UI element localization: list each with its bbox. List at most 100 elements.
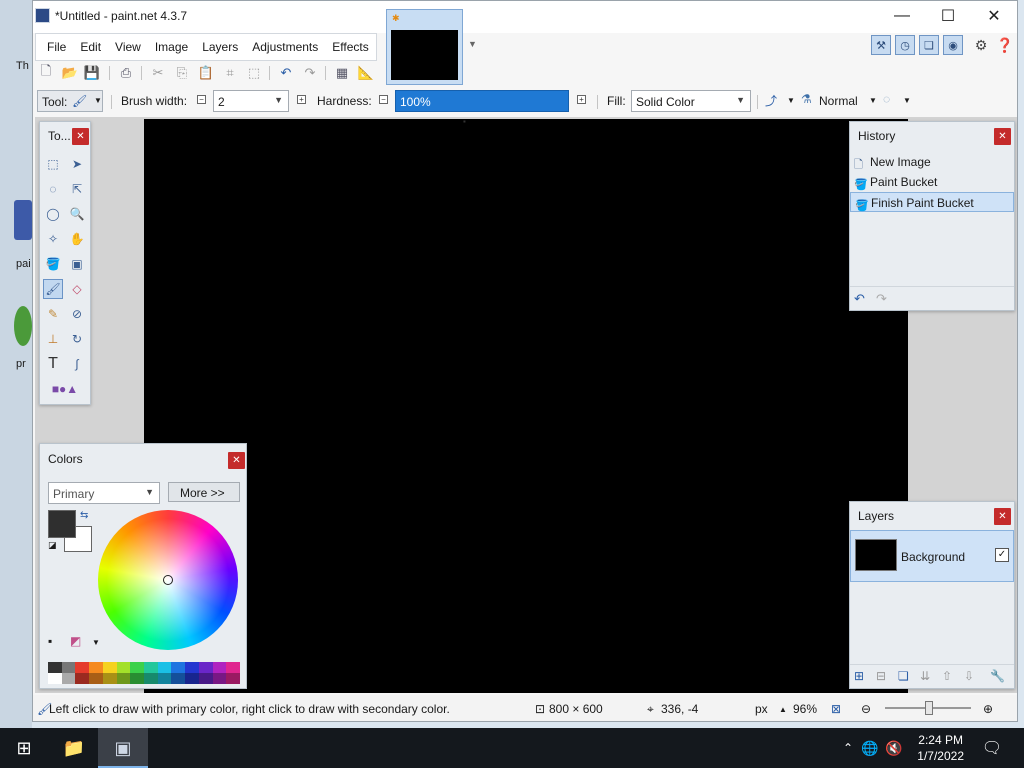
menu-view[interactable]: View (108, 40, 148, 54)
crop-to-selection-icon[interactable]: ⌗ (221, 64, 239, 82)
rulers-icon[interactable]: 📐 (357, 64, 375, 82)
layer-properties-wrench-icon[interactable]: 🔧 (990, 669, 1005, 683)
palette-options-icon[interactable]: ◩ (70, 634, 81, 648)
maximize-button[interactable]: ☐ (925, 1, 971, 31)
hardness-minus-icon[interactable]: − (379, 95, 388, 104)
redo-icon[interactable]: ↷ (301, 64, 319, 82)
new-file-icon[interactable]: 🗋 (37, 63, 55, 82)
hardness-slider[interactable]: 100% (395, 90, 569, 112)
color-palette[interactable] (48, 662, 241, 684)
antialiasing-icon[interactable]: ⤴ (765, 92, 777, 109)
more-colors-button[interactable]: More >> (168, 482, 240, 502)
blend-mode-value[interactable]: Normal (819, 94, 858, 108)
blend-mode-chevron-down-icon[interactable]: ▼ (869, 96, 877, 105)
menu-image[interactable]: Image (148, 40, 195, 54)
shapes-tool-icon[interactable]: ■●▲ (43, 379, 87, 399)
line-curve-tool-icon[interactable]: ∫ (67, 354, 87, 374)
add-color-to-palette-icon[interactable]: ▪ (48, 634, 52, 648)
merge-layer-down-icon[interactable]: ⇊ (920, 669, 930, 683)
undo-icon[interactable]: ↶ (277, 64, 295, 82)
history-panel-header[interactable]: History ✕ (850, 122, 1014, 148)
colors-window-toggle-icon[interactable]: ◉ (943, 35, 963, 55)
save-icon[interactable]: 💾 (83, 64, 101, 82)
brush-width-input[interactable]: 2 ▼ (213, 90, 289, 112)
start-windows-icon[interactable]: ⊞ (10, 734, 38, 762)
file-explorer-icon[interactable]: 📁 (60, 734, 88, 762)
history-window-toggle-icon[interactable]: ◷ (895, 35, 915, 55)
menu-adjustments[interactable]: Adjustments (245, 40, 325, 54)
copy-icon[interactable]: ⎘ (173, 64, 191, 82)
eraser-tool-icon[interactable]: ◇ (67, 279, 87, 299)
units-chevron-up-icon[interactable]: ▲ (779, 705, 787, 714)
selection-clipping-icon[interactable]: ◌ (883, 92, 890, 106)
paste-icon[interactable]: 📋 (197, 64, 215, 82)
desktop-paintnet-shortcut-icon[interactable] (14, 200, 32, 240)
zoom-level[interactable]: 96% (793, 702, 817, 716)
history-redo-icon[interactable]: ↷ (876, 291, 887, 307)
canvas-workspace[interactable]: ▪ To... ✕ ⬚ ➤ ◌ ⇱ ◯ 🔍 ✧ ✋ 🪣 ▣ 🖌 ◇ ✎ ⊘ ⊥ … (35, 117, 1017, 693)
fill-dropdown[interactable]: Solid Color ▼ (631, 90, 751, 112)
layer-row-background[interactable]: Background ✓ (850, 530, 1014, 582)
tools-panel-close-icon[interactable]: ✕ (72, 128, 89, 145)
zoom-to-window-icon[interactable]: ⊠ (831, 702, 841, 716)
system-clock[interactable]: 2:24 PM 1/7/2022 (917, 732, 964, 764)
close-button[interactable]: ✕ (971, 1, 1017, 31)
image-tab-thumbnail[interactable]: ✱ (386, 9, 463, 85)
image-list-chevron-down-icon[interactable]: ▼ (468, 39, 477, 49)
history-undo-icon[interactable]: ↶ (854, 291, 865, 307)
grid-icon[interactable]: ▦ (333, 64, 351, 82)
colors-panel-close-icon[interactable]: ✕ (228, 452, 245, 469)
paintnet-taskbar-icon[interactable]: ▣ (109, 734, 137, 762)
hardness-plus-icon[interactable]: + (577, 95, 586, 104)
add-layer-icon[interactable]: ⊞ (854, 669, 864, 683)
minimize-button[interactable]: — (879, 1, 925, 31)
layers-panel-close-icon[interactable]: ✕ (994, 508, 1011, 525)
print-icon[interactable]: ⎙ (117, 64, 135, 82)
notifications-icon[interactable]: 🗨 (978, 734, 1006, 762)
reset-colors-icon[interactable]: ◪ (48, 540, 57, 551)
menu-file[interactable]: File (40, 40, 73, 54)
volume-muted-icon[interactable]: 🔇 (880, 734, 908, 762)
clone-stamp-tool-icon[interactable]: ⊥ (43, 329, 63, 349)
swap-colors-icon[interactable]: ⇆ (80, 510, 88, 521)
delete-layer-icon[interactable]: ⊟ (876, 669, 886, 683)
layers-panel-header[interactable]: Layers ✕ (850, 502, 1014, 528)
deselect-icon[interactable]: ⬚ (245, 64, 263, 82)
history-item-finish-paint-bucket[interactable]: 🪣 Finish Paint Bucket (850, 192, 1014, 212)
brush-width-minus-icon[interactable]: − (197, 95, 206, 104)
tools-panel-header[interactable]: To... ✕ (40, 122, 90, 148)
pan-tool-icon[interactable]: ✋ (67, 229, 87, 249)
zoom-out-icon[interactable]: ⊖ (861, 702, 871, 716)
gradient-tool-icon[interactable]: ▣ (67, 254, 87, 274)
ellipse-select-tool-icon[interactable]: ◯ (43, 204, 63, 224)
menu-layers[interactable]: Layers (195, 40, 245, 54)
zoom-in-icon[interactable]: ⊕ (983, 702, 993, 716)
move-layer-down-icon[interactable]: ⇩ (964, 669, 974, 683)
open-folder-icon[interactable]: 📂 (61, 64, 79, 82)
history-item-new-image[interactable]: 🗋 New Image (850, 152, 1014, 172)
color-wheel-cursor[interactable] (163, 575, 173, 585)
magic-wand-tool-icon[interactable]: ✧ (43, 229, 63, 249)
duplicate-layer-icon[interactable]: ❏ (898, 669, 909, 683)
menu-effects[interactable]: Effects (325, 40, 375, 54)
palette-menu-chevron-down-icon[interactable]: ▼ (92, 638, 100, 647)
image-canvas[interactable] (144, 119, 908, 693)
antialiasing-chevron-down-icon[interactable]: ▼ (787, 96, 795, 105)
tools-window-toggle-icon[interactable]: ⚒ (871, 35, 891, 55)
primary-color-swatch[interactable] (48, 510, 76, 538)
layer-visibility-checkbox[interactable]: ✓ (995, 548, 1009, 562)
layers-window-toggle-icon[interactable]: ❏ (919, 35, 939, 55)
brush-width-plus-icon[interactable]: + (297, 95, 306, 104)
move-layer-up-icon[interactable]: ⇧ (942, 669, 952, 683)
menu-edit[interactable]: Edit (73, 40, 108, 54)
units-selector[interactable]: px (755, 702, 768, 716)
selection-clipping-chevron-down-icon[interactable]: ▼ (903, 96, 911, 105)
history-panel-close-icon[interactable]: ✕ (994, 128, 1011, 145)
help-icon[interactable]: ❓ (995, 35, 1015, 55)
history-item-paint-bucket[interactable]: 🪣 Paint Bucket (850, 172, 1014, 192)
rectangle-select-tool-icon[interactable]: ⬚ (43, 154, 63, 174)
recolor-tool-icon[interactable]: ↻ (67, 329, 87, 349)
paintbrush-tool-icon[interactable]: 🖌 (43, 279, 63, 299)
tool-selector[interactable]: Tool: 🖌 ▼ (37, 90, 103, 112)
move-selected-pixels-tool-icon[interactable]: ➤ (67, 154, 87, 174)
